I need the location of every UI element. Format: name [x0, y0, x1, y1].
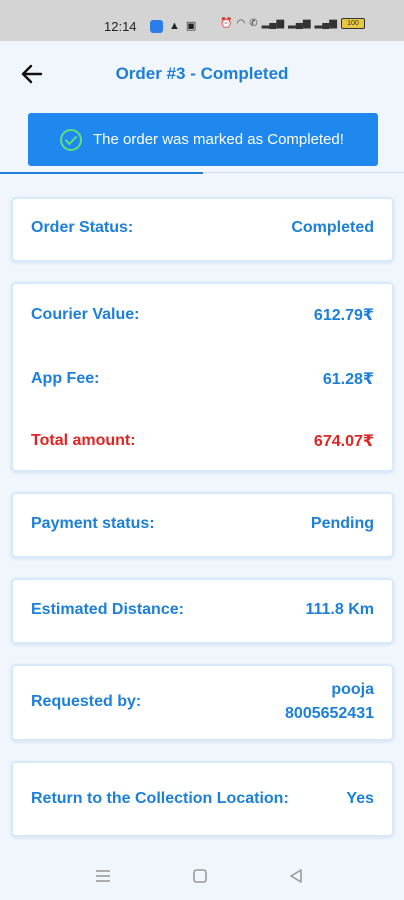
total-amount-value: 674.07₹	[313, 433, 374, 450]
return-location-card: Return to the Collection Location: Yes	[11, 761, 394, 837]
toast-message: The order was marked as Completed!	[93, 131, 344, 148]
square-icon	[193, 869, 207, 883]
triangle-back-icon	[290, 869, 302, 883]
app-notification-icon	[150, 19, 163, 33]
wifi-icon: ◠	[236, 18, 246, 29]
requester-phone[interactable]: 8005652431	[285, 702, 374, 726]
return-location-value: Yes	[346, 790, 374, 807]
system-nav-bar	[0, 850, 404, 900]
status-left-icons: ▲ ▣	[150, 19, 196, 33]
payment-status-label: Payment status:	[31, 515, 155, 532]
page-title: Order #3 - Completed	[0, 64, 404, 84]
app-fee-label: App Fee:	[31, 370, 100, 387]
status-bar: 12:14 ▲ ▣ ⏰ ◠ ✆ ▂▄▆ ▂▄▆ ▂▄▆ 100	[0, 0, 404, 41]
page-title-text: Order #3 - Completed	[115, 64, 289, 83]
nav-menu-button[interactable]	[93, 866, 113, 886]
requester-name: pooja	[331, 681, 374, 698]
return-location-label: Return to the Collection Location:	[31, 790, 289, 807]
status-time: 12:14	[104, 19, 137, 34]
order-status-label: Order Status:	[31, 219, 134, 236]
nav-back-button[interactable]	[286, 866, 306, 886]
distance-row: Estimated Distance: 111.8 Km	[31, 601, 374, 619]
order-status-card: Order Status: Completed	[11, 197, 394, 262]
nav-home-button[interactable]	[190, 866, 210, 886]
signal-icon: ▂▄▆	[261, 18, 285, 29]
total-amount-label: Total amount:	[31, 432, 136, 449]
courier-value-label: Courier Value:	[31, 306, 140, 323]
screenshot-icon: ▣	[185, 20, 197, 32]
signal-icon-2: ▂▄▆	[288, 18, 311, 29]
requester-row: Requested by: pooja 8005652431	[31, 678, 374, 726]
app-fee-amount: 61.28₹	[322, 371, 374, 388]
app-fee-row: App Fee: 61.28₹	[31, 369, 374, 389]
return-location-row: Return to the Collection Location: Yes	[31, 790, 374, 808]
distance-label: Estimated Distance:	[31, 601, 184, 618]
order-status-row: Order Status: Completed	[31, 219, 374, 237]
app-bar: Order #3 - Completed	[0, 41, 404, 107]
distance-value: 111.8 Km	[305, 601, 375, 618]
courier-value-row: Courier Value: 612.79₹	[31, 305, 374, 325]
call-icon: ✆	[249, 18, 258, 29]
progress-underline-track	[203, 172, 404, 173]
progress-underline	[0, 172, 203, 174]
menu-icon	[96, 870, 110, 882]
requester-label: Requested by:	[31, 693, 142, 710]
order-status-value: Completed	[291, 219, 374, 236]
success-toast: The order was marked as Completed!	[28, 113, 378, 166]
requester-details: pooja 8005652431	[285, 678, 374, 726]
requester-card: Requested by: pooja 8005652431	[11, 664, 394, 741]
alarm-icon: ⏰	[220, 18, 233, 29]
battery-icon: 100	[340, 18, 365, 29]
payment-status-card: Payment status: Pending	[11, 492, 394, 558]
distance-card: Estimated Distance: 111.8 Km	[11, 578, 394, 644]
drive-icon: ▲	[169, 20, 180, 32]
courier-value-amount: 612.79₹	[313, 307, 374, 324]
check-circle-icon	[60, 128, 82, 151]
signal-icon-3: ▂▄▆	[314, 18, 337, 29]
status-right-icons: ⏰ ◠ ✆ ▂▄▆ ▂▄▆ ▂▄▆ 100	[220, 18, 365, 29]
payment-status-value: Pending	[310, 515, 374, 532]
amounts-card: Courier Value: 612.79₹ App Fee: 61.28₹ T…	[11, 282, 394, 472]
payment-status-row: Payment status: Pending	[31, 515, 374, 533]
total-amount-row: Total amount: 674.07₹	[31, 431, 374, 451]
